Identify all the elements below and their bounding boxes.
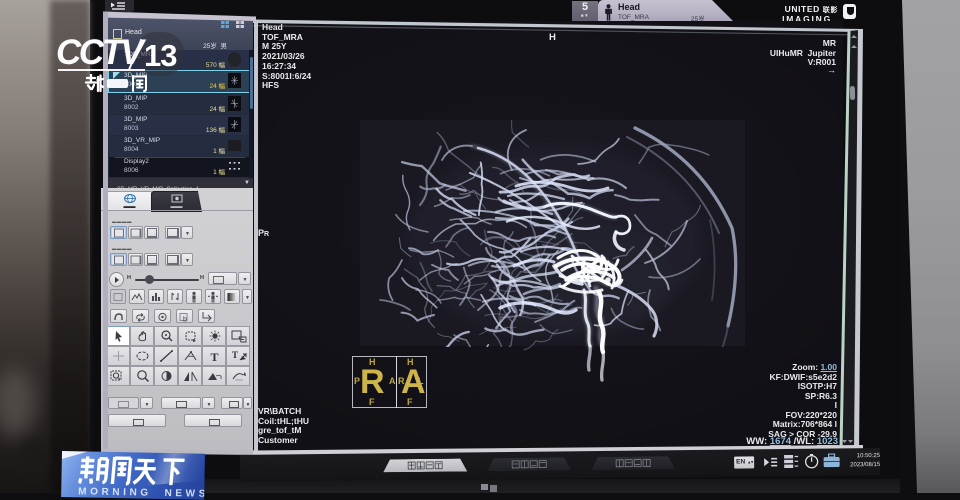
svg-text:T: T [232,350,238,360]
svg-text:b: b [183,317,187,324]
svg-text:T: T [211,350,219,364]
